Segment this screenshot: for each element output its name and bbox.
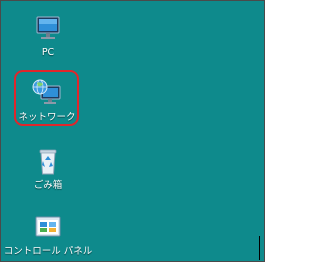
pc-monitor-icon: [32, 13, 64, 45]
recycle-bin-icon: [32, 146, 64, 178]
desktop-icon-pc[interactable]: PC: [8, 13, 88, 59]
desktop: PC ネットワーク ごみ箱 コントロール パネル: [0, 0, 265, 262]
desktop-icon-label: PC: [41, 47, 55, 58]
desktop-icon-recycle-bin[interactable]: ごみ箱: [8, 146, 88, 192]
control-panel-icon: [32, 212, 64, 244]
divider: [259, 236, 260, 260]
desktop-icon-control-panel[interactable]: コントロール パネル: [4, 212, 92, 258]
desktop-icon-label: ネットワーク: [18, 112, 76, 123]
desktop-icon-label: ごみ箱: [33, 180, 63, 191]
desktop-icon-label: コントロール パネル: [3, 246, 93, 257]
network-globe-icon: [31, 78, 63, 110]
desktop-icon-network[interactable]: ネットワーク: [7, 78, 87, 124]
